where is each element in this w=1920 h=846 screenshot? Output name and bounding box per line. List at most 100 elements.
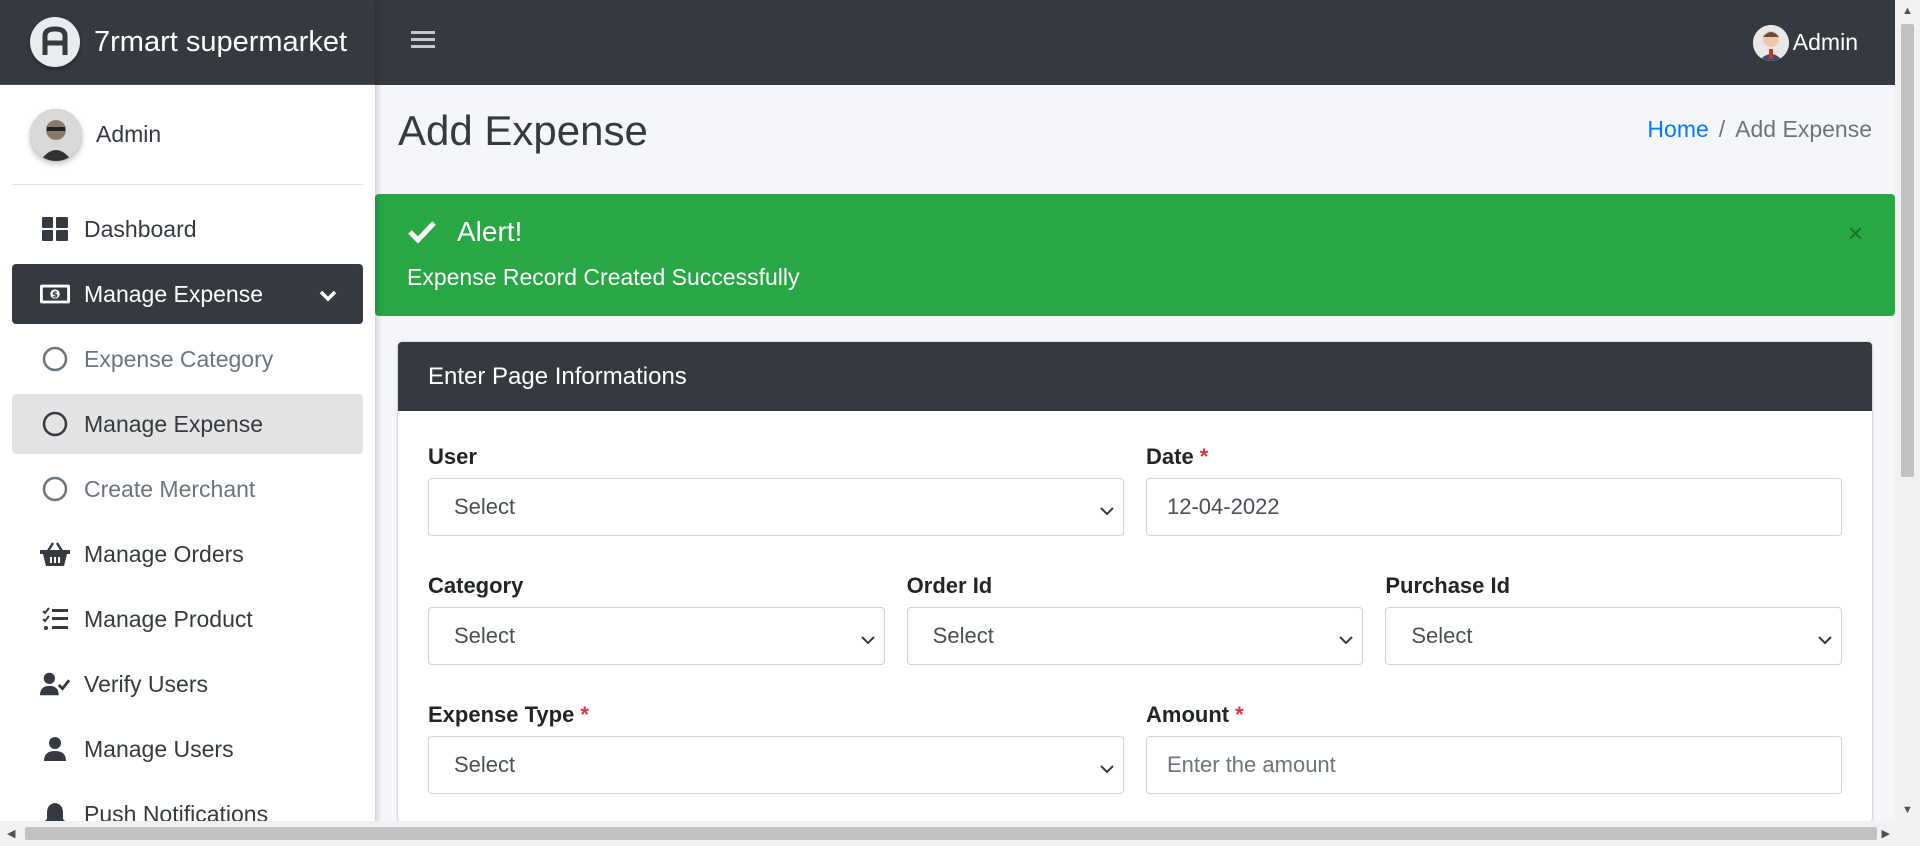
alert-message: Expense Record Created Successfully (407, 264, 800, 290)
date-value: 12-04-2022 (1167, 494, 1280, 519)
user-icon (40, 734, 70, 764)
avatar (30, 108, 82, 161)
order-id-select[interactable]: Select (906, 607, 1364, 665)
main-content: Add Expense Home / Add Expense Alert! Expe… (375, 85, 1895, 822)
alert-title: Alert! (457, 216, 523, 247)
form-row-3: Expense Type * Select Amount * Enter the a… (428, 700, 1842, 794)
expense-type-label: Expense Type * (428, 702, 589, 727)
scroll-right-arrow-icon[interactable]: ▶ (1882, 827, 1890, 840)
user-field: User Select (428, 442, 1124, 536)
dashboard-icon (40, 214, 70, 244)
sidebar-item-manage-expense-sub[interactable]: Manage Expense (12, 394, 363, 454)
sidebar-item-label: Manage Users (84, 735, 234, 762)
card-title: Enter Page Informations (398, 342, 1872, 411)
page-title: Add Expense (398, 107, 648, 154)
amount-input[interactable]: Enter the amount (1146, 736, 1842, 794)
sidebar-item-label: Create Merchant (84, 475, 256, 502)
form-row-1: User Select Date * 12-04-2022 (428, 442, 1842, 536)
sidebar-item-manage-users[interactable]: Manage Users (12, 719, 363, 779)
success-alert: Alert! Expense Record Created Successful… (375, 194, 1895, 316)
sidebar-item-create-merchant[interactable]: Create Merchant (12, 459, 363, 519)
sidebar-item-label: Manage Orders (84, 540, 244, 567)
purchase-id-field: Purchase Id Select (1385, 571, 1843, 665)
sidebar-nav: Dashboard $ Manage Expense Expense Categ… (0, 199, 375, 844)
purchase-id-label: Purchase Id (1385, 573, 1511, 598)
chevron-down-icon (860, 628, 876, 654)
top-user-name: Admin (1792, 29, 1858, 55)
breadcrumb-separator: / (1718, 116, 1726, 142)
amount-placeholder: Enter the amount (1167, 752, 1336, 777)
top-navbar: Admin (375, 0, 1895, 85)
sidebar: 7rmart supermarket Admin Dashboard $ Man… (0, 0, 375, 846)
chevron-down-icon (319, 281, 337, 308)
breadcrumb-home-link[interactable]: Home (1647, 116, 1708, 142)
scroll-down-arrow-icon[interactable]: ▼ (1902, 804, 1913, 816)
brand-link[interactable]: 7rmart supermarket (0, 0, 375, 85)
brand-logo-icon (30, 17, 80, 67)
date-input[interactable]: 12-04-2022 (1146, 478, 1842, 536)
horizontal-scrollbar[interactable]: ◀ ▶ (0, 821, 1920, 846)
purchase-id-select[interactable]: Select (1385, 607, 1843, 665)
expense-form-card: Enter Page Informations User Select Date… (398, 342, 1872, 822)
close-icon[interactable]: × (1848, 218, 1863, 249)
basket-icon (40, 539, 70, 569)
amount-label: Amount * (1146, 702, 1244, 727)
vertical-scroll-thumb[interactable] (1901, 24, 1914, 477)
chevron-down-icon (1099, 757, 1115, 783)
sidebar-item-manage-orders[interactable]: Manage Orders (12, 524, 363, 584)
sidebar-user-panel[interactable]: Admin (12, 85, 363, 185)
order-id-field: Order Id Select (906, 571, 1364, 665)
purchase-id-select-value: Select (1411, 623, 1473, 648)
alert-header: Alert! (407, 216, 522, 248)
top-user-menu[interactable]: Admin (1752, 24, 1858, 61)
expense-type-field: Expense Type * Select (428, 700, 1124, 794)
circle-icon (40, 344, 70, 374)
category-select[interactable]: Select (428, 607, 885, 665)
circle-icon (40, 409, 70, 439)
expense-type-select-value: Select (454, 752, 516, 777)
user-select[interactable]: Select (428, 478, 1124, 536)
circle-icon (40, 474, 70, 504)
order-id-label: Order Id (906, 573, 993, 598)
scroll-up-arrow-icon[interactable]: ▲ (1902, 5, 1913, 17)
order-id-select-value: Select (932, 623, 994, 648)
category-label: Category (428, 573, 524, 598)
scroll-left-arrow-icon[interactable]: ◀ (7, 827, 15, 840)
sidebar-user-name: Admin (96, 121, 162, 147)
money-icon: $ (40, 279, 70, 309)
avatar (1752, 24, 1789, 61)
sidebar-item-label: Expense Category (84, 345, 274, 372)
sidebar-item-label: Manage Expense (84, 280, 264, 307)
sidebar-item-label: Manage Expense (84, 410, 264, 437)
chevron-down-icon (1338, 628, 1354, 654)
brand-name: 7rmart supermarket (94, 25, 348, 58)
horizontal-scroll-thumb[interactable] (25, 827, 1877, 840)
date-field: Date * 12-04-2022 (1146, 442, 1842, 536)
vertical-scrollbar[interactable]: ▲ ▼ (1895, 0, 1920, 821)
category-select-value: Select (454, 623, 516, 648)
amount-field: Amount * Enter the amount (1146, 700, 1842, 794)
category-field: Category Select (428, 571, 885, 665)
svg-text:$: $ (52, 289, 58, 299)
user-check-icon (40, 669, 70, 699)
chevron-down-icon (1817, 628, 1833, 654)
form-row-2: Category Select Order Id Select Purchase… (428, 571, 1843, 665)
chevron-down-icon (1099, 499, 1115, 525)
user-select-value: Select (454, 494, 516, 519)
expense-type-select[interactable]: Select (428, 736, 1124, 794)
sidebar-item-expense-category[interactable]: Expense Category (12, 329, 363, 389)
check-icon (408, 221, 436, 244)
sidebar-item-label: Verify Users (84, 670, 208, 697)
sidebar-item-manage-expense[interactable]: $ Manage Expense (12, 264, 363, 324)
date-label: Date * (1146, 444, 1209, 469)
sidebar-item-dashboard[interactable]: Dashboard (12, 199, 363, 259)
sidebar-item-label: Manage Product (84, 605, 253, 632)
sidebar-item-verify-users[interactable]: Verify Users (12, 654, 363, 714)
sidebar-item-manage-product[interactable]: Manage Product (12, 589, 363, 649)
user-label: User (428, 444, 477, 469)
breadcrumb-current: Add Expense (1735, 116, 1872, 142)
list-check-icon (40, 604, 70, 634)
breadcrumb: Home / Add Expense (1647, 116, 1872, 143)
sidebar-item-label: Dashboard (84, 215, 197, 242)
hamburger-menu-icon[interactable] (411, 29, 437, 56)
